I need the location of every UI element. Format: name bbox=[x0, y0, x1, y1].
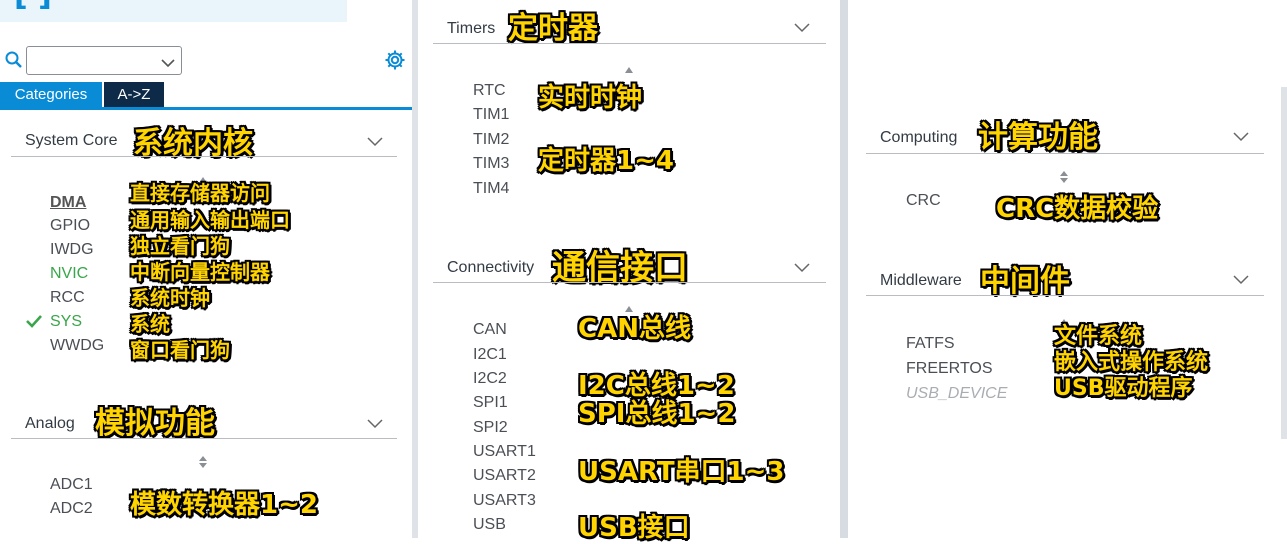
section-divider bbox=[433, 282, 826, 283]
rtc-annotation: 实时时钟 bbox=[538, 83, 643, 113]
list-item-tim2[interactable]: TIM2 bbox=[473, 131, 509, 149]
list-item-sys[interactable]: SYS bbox=[50, 313, 82, 331]
list-item-fatfs[interactable]: FATFS bbox=[906, 335, 955, 353]
list-item-usart2[interactable]: USART2 bbox=[473, 467, 536, 485]
list-item-adc1[interactable]: ADC1 bbox=[50, 476, 93, 494]
middleware-title[interactable]: Middleware bbox=[880, 272, 962, 290]
chevron-down-icon[interactable] bbox=[161, 55, 175, 68]
sort-up-icon[interactable] bbox=[1060, 170, 1068, 183]
chevron-down-icon[interactable] bbox=[793, 20, 811, 33]
timers-title[interactable]: Timers bbox=[447, 20, 495, 38]
sort-up-icon[interactable] bbox=[1060, 312, 1068, 325]
crc-annotation: CRC数据校验 bbox=[996, 194, 1159, 224]
chevron-down-icon[interactable] bbox=[366, 134, 384, 147]
section-divider bbox=[11, 438, 397, 439]
list-item-usart3[interactable]: USART3 bbox=[473, 492, 536, 510]
sort-up-icon[interactable] bbox=[199, 455, 207, 468]
middle-panel: Timers 定时器 RTC TIM1 TIM2 TIM3 TIM4 实时时钟 … bbox=[418, 0, 840, 543]
list-item-tim3[interactable]: TIM3 bbox=[473, 155, 509, 173]
list-item-can[interactable]: CAN bbox=[473, 321, 507, 339]
middleware-annotation: 中间件 bbox=[980, 264, 1070, 299]
search-icon[interactable] bbox=[4, 50, 24, 70]
section-divider bbox=[866, 153, 1264, 154]
section-divider bbox=[866, 295, 1264, 296]
sort-up-icon[interactable] bbox=[199, 170, 207, 183]
tab-a-z-label: A->Z bbox=[117, 86, 151, 103]
list-item-freertos[interactable]: FREERTOS bbox=[906, 360, 993, 378]
dma-annotation: 直接存储器访问 bbox=[130, 181, 270, 205]
list-item-dma[interactable]: DMA bbox=[50, 194, 86, 212]
connectivity-title[interactable]: Connectivity bbox=[447, 259, 534, 277]
analog-title[interactable]: Analog bbox=[25, 415, 75, 433]
list-item-usb[interactable]: USB bbox=[473, 516, 506, 534]
chevron-down-icon[interactable] bbox=[1232, 129, 1250, 142]
tim-annotation: 定时器1~4 bbox=[538, 146, 674, 176]
section-divider bbox=[433, 43, 826, 44]
search-input[interactable] bbox=[26, 46, 182, 75]
check-icon bbox=[26, 314, 42, 328]
usb-annotation: USB接口 bbox=[578, 513, 690, 543]
spi-annotation: SPI总线1~2 bbox=[578, 399, 736, 429]
freertos-annotation: 嵌入式操作系统 bbox=[1054, 350, 1209, 375]
list-item-usb-device[interactable]: USB_DEVICE bbox=[906, 385, 1007, 403]
usart-annotation: USART串口1~3 bbox=[578, 457, 785, 487]
section-divider bbox=[11, 156, 397, 157]
list-item-nvic[interactable]: NVIC bbox=[50, 265, 88, 283]
tab-categories[interactable]: Categories bbox=[0, 82, 102, 107]
top-partial-annotation: [ ] bbox=[14, 0, 52, 13]
list-item-i2c2[interactable]: I2C2 bbox=[473, 370, 507, 388]
wwdg-annotation: 窗口看门狗 bbox=[130, 338, 230, 362]
sort-up-icon[interactable] bbox=[625, 60, 633, 73]
fatfs-annotation: 文件系统 bbox=[1054, 324, 1143, 349]
top-banner bbox=[0, 0, 347, 22]
list-item-usart1[interactable]: USART1 bbox=[473, 443, 536, 461]
computing-annotation: 计算功能 bbox=[978, 120, 1098, 155]
usb-device-annotation: USB驱动程序 bbox=[1054, 376, 1193, 401]
list-item-adc2[interactable]: ADC2 bbox=[50, 500, 93, 518]
chevron-down-icon[interactable] bbox=[366, 416, 384, 429]
analog-annotation: 模拟功能 bbox=[95, 406, 215, 441]
chevron-down-icon[interactable] bbox=[793, 260, 811, 273]
list-item-i2c1[interactable]: I2C1 bbox=[473, 346, 507, 364]
tab-underline bbox=[0, 107, 412, 110]
list-item-rtc[interactable]: RTC bbox=[473, 82, 506, 100]
list-item-spi1[interactable]: SPI1 bbox=[473, 394, 508, 412]
gear-icon[interactable] bbox=[384, 49, 406, 71]
iwdg-annotation: 独立看门狗 bbox=[130, 234, 230, 258]
timers-annotation: 定时器 bbox=[508, 11, 598, 46]
list-item-tim4[interactable]: TIM4 bbox=[473, 180, 509, 198]
sort-up-icon[interactable] bbox=[625, 299, 633, 312]
tab-a-z[interactable]: A->Z bbox=[104, 82, 164, 107]
list-item-spi2[interactable]: SPI2 bbox=[473, 419, 508, 437]
chevron-down-icon[interactable] bbox=[1232, 272, 1250, 285]
left-panel: [ ] Categories A->Z System Core 系统内核 bbox=[0, 0, 412, 538]
adc-annotation: 模数转换器1~2 bbox=[130, 490, 318, 520]
right-panel: Computing 计算功能 CRC CRC数据校验 Middleware 中间… bbox=[848, 0, 1287, 538]
gpio-annotation: 通用输入输出端口 bbox=[130, 208, 290, 232]
list-item-tim1[interactable]: TIM1 bbox=[473, 106, 509, 124]
right-panel-scrollbar[interactable] bbox=[1281, 87, 1287, 439]
system-core-title[interactable]: System Core bbox=[25, 132, 117, 150]
panel-separator bbox=[840, 0, 848, 538]
can-annotation: CAN总线 bbox=[578, 314, 691, 344]
computing-title[interactable]: Computing bbox=[880, 129, 957, 147]
list-item-iwdg[interactable]: IWDG bbox=[50, 241, 94, 259]
list-item-crc[interactable]: CRC bbox=[906, 192, 941, 210]
nvic-annotation: 中断向量控制器 bbox=[130, 260, 270, 284]
sys-annotation: 系统 bbox=[130, 312, 170, 336]
list-item-gpio[interactable]: GPIO bbox=[50, 217, 90, 235]
tab-categories-label: Categories bbox=[14, 86, 88, 103]
rcc-annotation: 系统时钟 bbox=[130, 286, 210, 310]
list-item-wwdg[interactable]: WWDG bbox=[50, 337, 104, 355]
list-item-rcc[interactable]: RCC bbox=[50, 289, 85, 307]
